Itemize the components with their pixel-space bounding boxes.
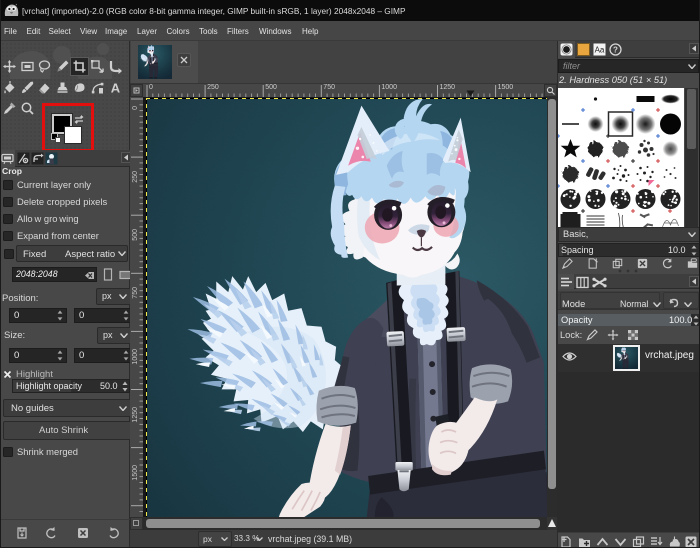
svg-text:250: 250: [132, 171, 139, 183]
svg-text:?: ?: [613, 45, 618, 54]
svg-text:1250: 1250: [132, 407, 139, 423]
svg-text:500: 500: [132, 229, 139, 241]
svg-text:1500: 1500: [132, 465, 139, 481]
svg-text:Aa: Aa: [595, 46, 605, 55]
svg-text:o: o: [24, 158, 27, 164]
svg-text:0: 0: [132, 106, 139, 110]
svg-text:1000: 1000: [132, 349, 139, 365]
svg-text:A: A: [111, 81, 121, 96]
svg-text:750: 750: [132, 287, 139, 299]
